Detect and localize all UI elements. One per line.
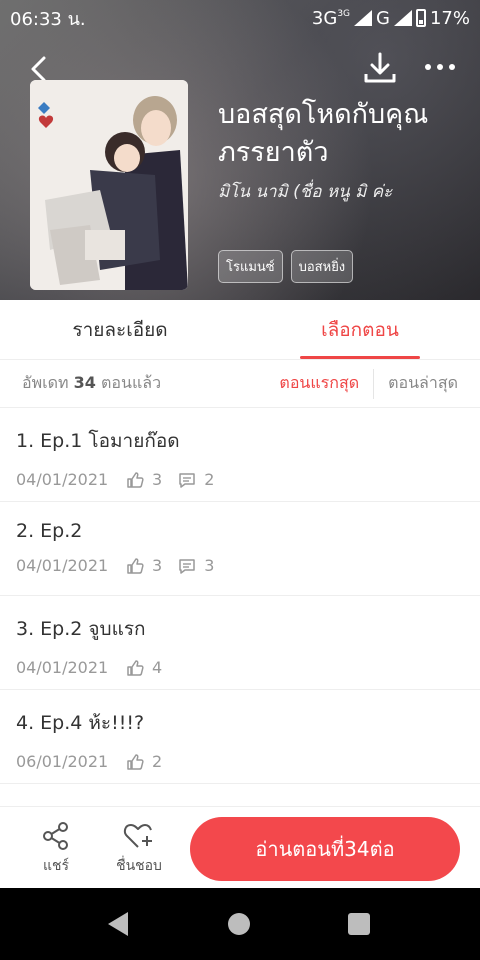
download-icon[interactable]	[362, 50, 398, 86]
update-suffix: ตอนแล้ว	[101, 373, 162, 392]
episode-title: 3. Ep.2 จูบแรก	[16, 618, 146, 640]
episode-sort-bar: อัพเดท 34 ตอนแล้ว ตอนแรกสุด ตอนล่าสุด	[0, 360, 480, 408]
episode-item[interactable]: 1. Ep.1 โอมายก๊อด 04/01/2021 3 2	[0, 408, 480, 502]
share-button[interactable]: แชร์	[21, 821, 91, 877]
like-book-button[interactable]: ชื่นชอบ	[104, 821, 174, 877]
comment-icon	[179, 558, 195, 574]
update-prefix: อัพเดท	[22, 373, 69, 392]
battery-icon	[415, 9, 426, 27]
signal-icon	[354, 10, 373, 26]
like-label: ชื่นชอบ	[116, 858, 162, 874]
episode-comments: 3	[204, 556, 215, 575]
episode-meta: 04/01/2021 3 2	[16, 470, 464, 489]
episode-likes: 3	[152, 470, 163, 489]
share-icon	[43, 822, 68, 850]
like-icon	[127, 659, 144, 676]
like-icon	[127, 557, 144, 574]
tab-episodes[interactable]: เลือกตอน	[240, 300, 480, 359]
system-nav-bar	[0, 888, 480, 960]
book-header: 06:33 น. 3G 3G G 17% บอสสุดโหดกับคุณภรรย…	[0, 0, 480, 300]
network-3g: 3G	[311, 7, 338, 29]
episode-meta: 06/01/2021 2	[16, 752, 464, 771]
continue-reading-button[interactable]: อ่านตอนที่34ต่อ	[190, 817, 460, 881]
tag-romance[interactable]: โรแมนซ์	[218, 250, 283, 283]
episode-date: 04/01/2021	[16, 470, 109, 489]
sort-first-button[interactable]: ตอนแรกสุด	[265, 371, 373, 396]
nav-back-icon[interactable]	[108, 912, 128, 936]
share-label: แชร์	[42, 858, 70, 874]
detail-tabs: รายละเอียด เลือกตอน	[0, 300, 480, 360]
episode-item[interactable]: 3. Ep.2 จูบแรก 04/01/2021 4	[0, 596, 480, 690]
episode-date: 04/01/2021	[16, 658, 109, 677]
episode-list: 1. Ep.1 โอมายก๊อด 04/01/2021 3 2 2. Ep.2…	[0, 408, 480, 806]
status-time: 06:33 น.	[10, 8, 86, 30]
battery-level: 17%	[429, 7, 470, 29]
nav-home-icon[interactable]	[228, 913, 250, 935]
episode-likes: 4	[152, 658, 163, 677]
cover-illustration	[30, 80, 188, 290]
episode-comments: 2	[204, 470, 215, 489]
book-author: มิโน นามิ (ชื่อ หนู มิ ค่ะ	[218, 182, 393, 202]
comment-icon	[179, 472, 195, 488]
update-count: 34	[73, 373, 96, 392]
status-bar: 06:33 น. 3G 3G G 17%	[0, 0, 480, 36]
episode-likes: 2	[152, 752, 163, 771]
update-count-text: อัพเดท 34 ตอนแล้ว	[22, 371, 265, 396]
episode-date: 06/01/2021	[16, 752, 109, 771]
episode-item[interactable]: 4. Ep.4 ห้ะ!!!? 06/01/2021 2	[0, 690, 480, 784]
episode-meta: 04/01/2021 3 3	[16, 556, 464, 575]
episode-title: 2. Ep.2	[16, 520, 83, 542]
episode-item[interactable]: 2. Ep.2 04/01/2021 3 3	[0, 502, 480, 596]
episode-date: 04/01/2021	[16, 556, 109, 575]
tab-details[interactable]: รายละเอียด	[0, 300, 240, 359]
network-3g-small: 3G	[337, 9, 351, 19]
heart-plus-icon	[123, 824, 152, 848]
network-g: G	[376, 7, 390, 29]
book-cover	[30, 80, 188, 290]
signal-icon-2	[393, 10, 412, 26]
episode-title: 4. Ep.4 ห้ะ!!!?	[16, 712, 145, 734]
book-title: บอสสุดโหดกับคุณภรรยาตัว	[218, 99, 429, 168]
like-icon	[127, 753, 144, 770]
nav-recents-icon[interactable]	[348, 913, 370, 935]
genre-tags: โรแมนซ์ บอสหยิ่ง	[218, 250, 354, 283]
status-indicators: 3G 3G G 17%	[312, 8, 470, 29]
more-icon[interactable]	[420, 52, 460, 82]
tag-boss[interactable]: บอสหยิ่ง	[290, 250, 354, 283]
like-icon	[127, 471, 144, 488]
episode-likes: 3	[152, 556, 163, 575]
bottom-action-bar: แชร์ ชื่นชอบ อ่านตอนที่34ต่อ	[0, 806, 480, 888]
sort-latest-button[interactable]: ตอนล่าสุด	[374, 371, 458, 396]
episode-title: 1. Ep.1 โอมายก๊อด	[16, 430, 180, 452]
episode-meta: 04/01/2021 4	[16, 658, 464, 677]
